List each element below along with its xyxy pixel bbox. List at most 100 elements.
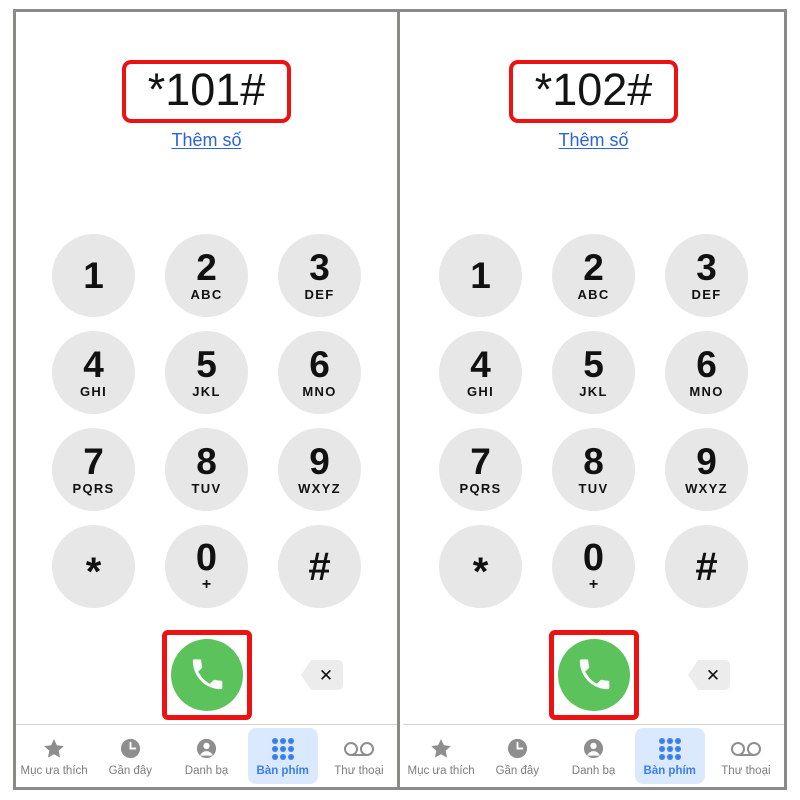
- keypad-key-8[interactable]: 8 TUV: [165, 428, 248, 511]
- keypad-key-4[interactable]: 4 GHI: [52, 331, 135, 414]
- key-letters: JKL: [192, 384, 221, 400]
- person-icon: [192, 736, 222, 762]
- key-letters: GHI: [466, 384, 494, 400]
- tab-label: Danh bạ: [571, 764, 616, 777]
- tab-voicemail-right[interactable]: Thư thoại: [708, 728, 784, 784]
- key-letters: TUV: [191, 481, 222, 497]
- call-button-right[interactable]: [557, 639, 630, 711]
- dial-keypad-right: 1 2 ABC 3 DEF 4 GHI 5 JKL 6 MNO 7 PQRS 8…: [403, 234, 784, 608]
- key-digit: 0: [582, 537, 605, 580]
- keypad-key-6[interactable]: 6 MNO: [665, 331, 748, 414]
- panel-divider: [397, 9, 400, 790]
- dialed-number-right: *102#: [534, 64, 653, 115]
- tab-label: Danh bạ: [184, 764, 229, 777]
- call-action-row-left: ✕: [16, 630, 397, 722]
- tab-contacts-left[interactable]: Danh bạ: [168, 728, 244, 784]
- key-letters: PQRS: [459, 481, 502, 497]
- keypad-key-4[interactable]: 4 GHI: [439, 331, 522, 414]
- key-digit: 7: [470, 440, 491, 482]
- backspace-button-right[interactable]: ✕: [688, 660, 730, 690]
- keypad-key-0[interactable]: 0 +: [552, 525, 635, 608]
- key-digit: 1: [83, 254, 104, 296]
- key-digit: #: [695, 544, 718, 589]
- keypad-row: 7 PQRS 8 TUV 9 WXYZ: [52, 428, 361, 511]
- backspace-x-glyph: ✕: [705, 665, 721, 685]
- tab-keypad-left[interactable]: Bàn phím: [245, 728, 321, 784]
- keypad-key-8[interactable]: 8 TUV: [552, 428, 635, 511]
- keypad-key-1[interactable]: 1: [439, 234, 522, 317]
- key-digit: 6: [309, 343, 330, 385]
- key-letters: JKL: [579, 384, 608, 400]
- key-digit: 3: [309, 246, 330, 288]
- star-icon: [39, 736, 69, 762]
- keypad-key-1[interactable]: 1: [52, 234, 135, 317]
- key-digit: *: [85, 549, 102, 594]
- keypad-row: 4 GHI 5 JKL 6 MNO: [439, 331, 748, 414]
- keypad-key-star[interactable]: *: [52, 525, 135, 608]
- tab-recents-left[interactable]: Gần đây: [92, 728, 168, 784]
- tab-favorites-right[interactable]: Mục ưa thích: [403, 728, 479, 784]
- keypad-row: 1 2 ABC 3 DEF: [52, 234, 361, 317]
- keypad-key-6[interactable]: 6 MNO: [278, 331, 361, 414]
- backspace-x-glyph: ✕: [318, 665, 334, 685]
- keypad-row: * 0 + #: [52, 525, 361, 608]
- key-digit: 8: [196, 440, 217, 482]
- key-digit: 1: [470, 254, 491, 296]
- key-digit: 3: [696, 246, 717, 288]
- key-digit: 2: [196, 246, 217, 288]
- key-letters: MNO: [302, 384, 337, 400]
- keypad-row: 7 PQRS 8 TUV 9 WXYZ: [439, 428, 748, 511]
- keypad-key-3[interactable]: 3 DEF: [278, 234, 361, 317]
- tab-keypad-right[interactable]: Bàn phím: [632, 728, 708, 784]
- tab-label: Bàn phím: [643, 764, 696, 777]
- tab-label: Mục ưa thích: [407, 764, 475, 777]
- backspace-button-left[interactable]: ✕: [301, 660, 343, 690]
- key-letters: PQRS: [72, 481, 115, 497]
- tab-voicemail-left[interactable]: Thư thoại: [321, 728, 397, 784]
- keypad-key-7[interactable]: 7 PQRS: [439, 428, 522, 511]
- keypad-key-5[interactable]: 5 JKL: [165, 331, 248, 414]
- key-letters: WXYZ: [298, 481, 341, 497]
- keypad-key-0[interactable]: 0 +: [165, 525, 248, 608]
- key-digit: 9: [696, 440, 717, 482]
- keypad-key-5[interactable]: 5 JKL: [552, 331, 635, 414]
- keypad-key-2[interactable]: 2 ABC: [165, 234, 248, 317]
- bottom-tab-bar-left: Mục ưa thích Gần đây Danh bạ Bàn phím Th…: [16, 724, 397, 787]
- keypad-key-3[interactable]: 3 DEF: [665, 234, 748, 317]
- call-button-highlight-right: [548, 630, 639, 720]
- key-letters: ABC: [190, 287, 223, 303]
- keypad-row: 4 GHI 5 JKL 6 MNO: [52, 331, 361, 414]
- tab-label: Gần đây: [495, 764, 540, 777]
- keypad-dots-icon: [655, 736, 685, 762]
- key-digit: 4: [83, 343, 104, 385]
- key-letters: ABC: [577, 287, 610, 303]
- keypad-key-9[interactable]: 9 WXYZ: [665, 428, 748, 511]
- keypad-key-hash[interactable]: #: [278, 525, 361, 608]
- call-button-highlight-left: [161, 630, 252, 720]
- keypad-key-2[interactable]: 2 ABC: [552, 234, 635, 317]
- key-digit: 4: [470, 343, 491, 385]
- keypad-key-hash[interactable]: #: [665, 525, 748, 608]
- keypad-key-9[interactable]: 9 WXYZ: [278, 428, 361, 511]
- add-number-link-left[interactable]: Thêm số: [171, 130, 241, 151]
- key-plus: +: [201, 575, 212, 593]
- phone-handset-icon: [577, 658, 611, 692]
- tab-contacts-right[interactable]: Danh bạ: [555, 728, 631, 784]
- call-button-left[interactable]: [170, 639, 243, 711]
- phone-screen-right: *102# Thêm số 1 2 ABC 3 DEF 4 GHI 5 JKL …: [403, 12, 784, 787]
- keypad-key-star[interactable]: *: [439, 525, 522, 608]
- voicemail-icon: [730, 736, 761, 762]
- tab-recents-right[interactable]: Gần đây: [479, 728, 555, 784]
- tab-label: Thư thoại: [721, 764, 771, 777]
- keypad-key-7[interactable]: 7 PQRS: [52, 428, 135, 511]
- clock-icon: [502, 736, 532, 762]
- phone-handset-icon: [190, 658, 224, 692]
- dialed-number-area-left: *101# Thêm số: [16, 60, 397, 151]
- tab-favorites-left[interactable]: Mục ưa thích: [16, 728, 92, 784]
- tab-label: Mục ưa thích: [20, 764, 88, 777]
- add-number-link-right[interactable]: Thêm số: [558, 130, 628, 151]
- bottom-tab-bar-right: Mục ưa thích Gần đây Danh bạ Bàn phím Th…: [403, 724, 784, 787]
- dialed-number-left: *101#: [147, 64, 266, 115]
- key-letters: GHI: [79, 384, 107, 400]
- person-icon: [579, 736, 609, 762]
